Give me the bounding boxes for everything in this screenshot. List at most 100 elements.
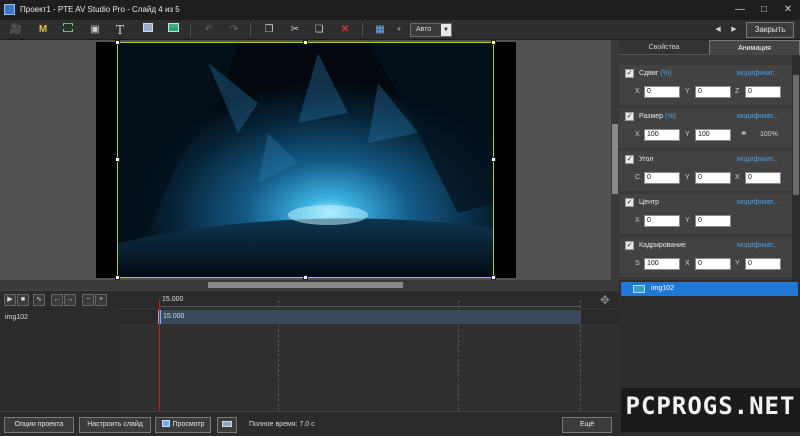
panel-scrollbar[interactable]: [792, 55, 800, 280]
list-item[interactable]: img102: [621, 282, 798, 296]
minimize-icon[interactable]: —: [728, 0, 752, 20]
center-modifiers-link[interactable]: модификат...: [737, 199, 778, 206]
text-icon[interactable]: T: [112, 22, 128, 38]
playhead[interactable]: [159, 300, 160, 411]
move-icon[interactable]: ✥: [600, 293, 610, 307]
project-options-button[interactable]: Опции проекта: [4, 417, 74, 433]
chain-link-icon[interactable]: ⚭: [740, 128, 748, 139]
resize-handle[interactable]: [115, 157, 120, 162]
zoom-in-icon[interactable]: +: [95, 294, 107, 306]
resize-handle[interactable]: [303, 40, 308, 45]
app-icon: [4, 4, 15, 15]
redo-icon[interactable]: ↷: [226, 22, 242, 38]
resize-handle[interactable]: [115, 40, 120, 45]
pan-x-field[interactable]: 0: [644, 86, 680, 98]
preview-vertical-scrollbar[interactable]: [611, 40, 619, 280]
zoom-select[interactable]: Авто ▼: [410, 23, 452, 37]
crop-s-field[interactable]: 100: [644, 258, 680, 270]
grid-dropdown-icon[interactable]: ▼: [391, 22, 407, 38]
grid-icon[interactable]: ▦: [372, 22, 388, 38]
stop-icon[interactable]: ■: [17, 294, 29, 306]
pan-z-label: Z: [735, 88, 740, 95]
pan-z-field[interactable]: 0: [745, 86, 781, 98]
paste-icon[interactable]: ❏: [311, 22, 327, 38]
angle-x-field[interactable]: 0: [745, 172, 781, 184]
camera-icon[interactable]: 🎥: [8, 22, 24, 38]
preview-button[interactable]: Просмотр: [155, 417, 211, 433]
arrow-right-icon[interactable]: →: [64, 294, 76, 306]
undo-icon[interactable]: ↶: [201, 22, 217, 38]
clip-time: 15.000: [163, 313, 185, 320]
size-checkbox[interactable]: ✓: [625, 112, 634, 121]
track-labels: img102: [0, 308, 120, 411]
play-icon[interactable]: ▶: [4, 294, 16, 306]
size-y-field[interactable]: 100: [695, 129, 731, 141]
cut-icon[interactable]: ✂: [287, 22, 303, 38]
next-slide-icon[interactable]: ▶: [726, 22, 742, 38]
delete-icon[interactable]: ✕: [337, 22, 353, 38]
size-x-label: X: [635, 131, 640, 138]
angle-checkbox[interactable]: ✓: [625, 155, 634, 164]
arrow-left-icon[interactable]: ←: [51, 294, 63, 306]
slide-options-button[interactable]: Настроить слайд: [79, 417, 151, 433]
crop-y-field[interactable]: 0: [745, 258, 781, 270]
ruler-time: 15.000: [162, 296, 184, 303]
mask-icon[interactable]: M: [35, 22, 51, 38]
animation-properties: ✓ Сдвиг (%) модификат... X 0 Y 0 Z 0 ✓ Р…: [619, 55, 792, 280]
angle-label: Угол: [639, 156, 654, 163]
resize-handle[interactable]: [491, 40, 496, 45]
pan-unit: (%): [660, 70, 672, 77]
size-modifiers-link[interactable]: модификат...: [737, 113, 778, 120]
crop-x-field[interactable]: 0: [695, 258, 731, 270]
rectangle-icon[interactable]: [140, 22, 156, 38]
timeline-ruler[interactable]: [160, 306, 580, 307]
zoom-out-icon[interactable]: −: [82, 294, 94, 306]
fullscreen-button[interactable]: [217, 417, 237, 433]
pan-modifiers-link[interactable]: модификат...: [737, 70, 778, 77]
preview-horizontal-scrollbar[interactable]: [0, 280, 619, 290]
scrollbar-thumb[interactable]: [612, 124, 618, 194]
image-icon[interactable]: [165, 22, 181, 38]
more-button[interactable]: Ещё: [562, 417, 612, 433]
main-toolbar: 🎥 M ▣ T ↶ ↷ ❐ ✂ ❏ ✕ ▦ ▼ Авто ▼ ◀ ▶ Закры…: [0, 20, 800, 40]
size-x-field[interactable]: 100: [644, 129, 680, 141]
crop-checkbox[interactable]: ✓: [625, 241, 634, 250]
angle-c-field[interactable]: 0: [644, 172, 680, 184]
toolbar-separator: [190, 23, 191, 37]
pan-group: ✓ Сдвиг (%) модификат... X 0 Y 0 Z 0: [619, 65, 792, 105]
scrollbar-thumb[interactable]: [208, 282, 403, 288]
copy-objects-icon[interactable]: ❐: [261, 22, 277, 38]
center-group: ✓ Центр модификат... X 0 Y 0: [619, 194, 792, 234]
pan-checkbox[interactable]: ✓: [625, 69, 634, 78]
close-icon[interactable]: ✕: [776, 0, 800, 20]
center-x-field[interactable]: 0: [644, 215, 680, 227]
slide-image[interactable]: [117, 42, 494, 278]
toolbar-separator: [362, 23, 363, 37]
previous-slide-icon[interactable]: ◀: [710, 22, 726, 38]
crop-label: Кадрирование: [639, 242, 686, 249]
resize-handle[interactable]: [491, 157, 496, 162]
pan-y-field[interactable]: 0: [695, 86, 731, 98]
title-bar: Проект1 - PTE AV Studio Pro - Слайд 4 из…: [0, 0, 800, 20]
close-button[interactable]: Закрыть: [746, 22, 794, 38]
waveform-icon[interactable]: ∿: [33, 294, 45, 306]
crop-modifiers-link[interactable]: модификат...: [737, 242, 778, 249]
frame-icon[interactable]: [60, 22, 76, 38]
track-name: img102: [5, 314, 28, 321]
video-icon[interactable]: ▣: [87, 22, 103, 38]
angle-y-field[interactable]: 0: [695, 172, 731, 184]
monitor-icon: [222, 421, 232, 427]
angle-modifiers-link[interactable]: модификат...: [737, 156, 778, 163]
size-group: ✓ Размер (%) модификат... X 100 Y 100 ⚭ …: [619, 108, 792, 148]
image-icon: [633, 285, 645, 293]
pan-x-label: X: [635, 88, 640, 95]
preview-label: Просмотр: [172, 421, 205, 428]
panel-tabs: Свойства Анимация: [619, 40, 800, 55]
timeline-clip[interactable]: 15.000: [158, 310, 581, 324]
center-y-field[interactable]: 0: [695, 215, 731, 227]
scrollbar-thumb[interactable]: [793, 75, 799, 195]
tab-properties[interactable]: Свойства: [619, 40, 709, 55]
tab-animation[interactable]: Анимация: [709, 40, 800, 55]
maximize-icon[interactable]: □: [752, 0, 776, 20]
center-checkbox[interactable]: ✓: [625, 198, 634, 207]
